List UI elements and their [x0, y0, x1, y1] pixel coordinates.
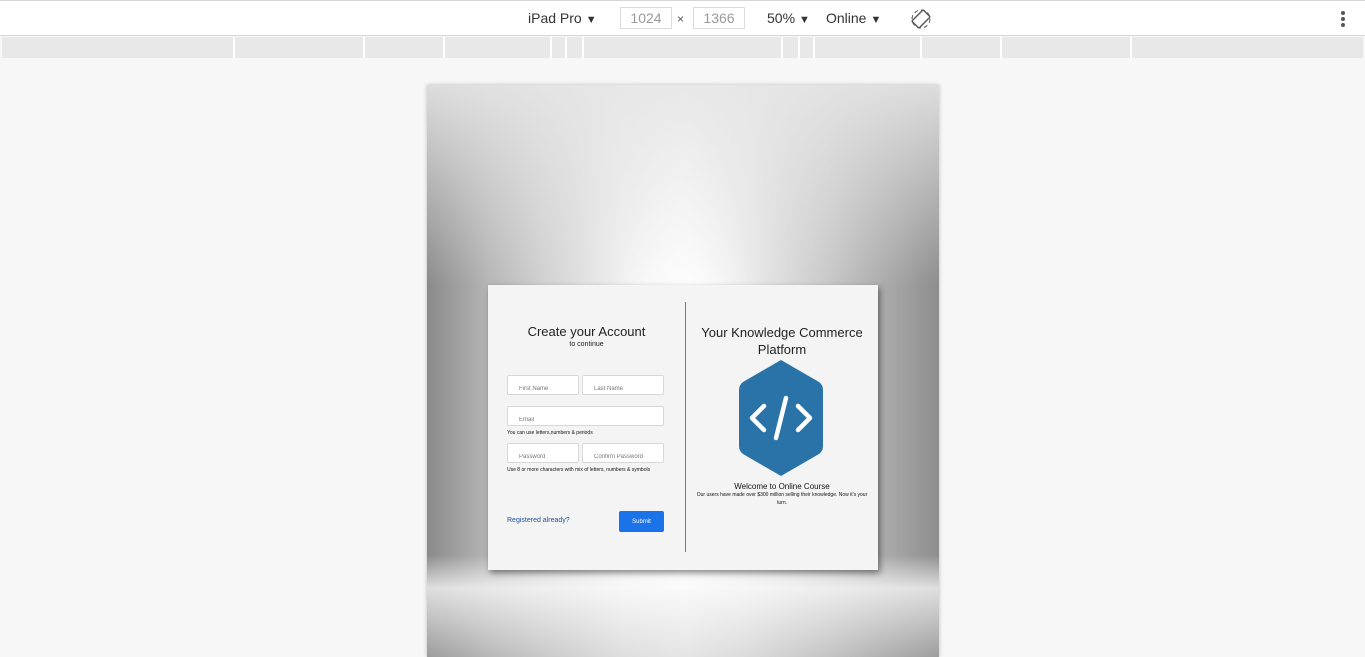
email-input[interactable] — [507, 406, 664, 426]
zoom-select[interactable]: 50% ▼ — [767, 10, 810, 26]
device-name: iPad Pro — [528, 10, 582, 26]
media-query-divider — [550, 37, 552, 58]
rotate-icon[interactable] — [911, 9, 931, 29]
last-name-input[interactable] — [582, 375, 664, 395]
device-toolbar: iPad Pro▼ × 50%▼ Online▼ — [0, 0, 1365, 36]
signup-card: Create your Account to continue You can … — [488, 285, 878, 570]
background-light-bottom — [427, 555, 939, 657]
registered-already-link[interactable]: Registered already? — [507, 517, 570, 524]
width-input[interactable] — [620, 7, 672, 29]
form-subtitle: to continue — [569, 341, 604, 348]
network-select[interactable]: Online ▼ — [826, 10, 881, 26]
media-query-divider — [565, 37, 567, 58]
media-query-divider — [1130, 37, 1132, 58]
height-input[interactable] — [693, 7, 745, 29]
media-query-divider — [233, 37, 235, 58]
form-title: Create your Account — [527, 324, 646, 339]
caret-down-icon: ▼ — [585, 14, 597, 26]
media-query-divider — [813, 37, 815, 58]
device-viewport: Create your Account to continue You can … — [427, 85, 939, 657]
caret-down-icon: ▼ — [799, 14, 810, 26]
confirm-password-input[interactable] — [582, 443, 664, 463]
zoom-value: 50% — [767, 10, 796, 26]
media-query-divider — [798, 37, 800, 58]
welcome-heading: Welcome to Online Course — [734, 482, 830, 491]
media-query-divider — [443, 37, 445, 58]
caret-down-icon: ▼ — [870, 14, 882, 26]
password-hint: Use 8 or more characters with mix of let… — [507, 467, 651, 473]
welcome-description: Our users have made over $300 million se… — [696, 492, 868, 506]
email-hint: You can use letters,numbers & periods — [507, 430, 593, 436]
code-brackets-icon — [739, 360, 823, 476]
more-options-icon[interactable] — [1336, 9, 1350, 29]
submit-button[interactable]: Submit — [619, 511, 664, 532]
device-select[interactable]: iPad Pro ▼ — [528, 10, 597, 26]
media-query-divider — [920, 37, 922, 58]
dimension-separator: × — [677, 12, 685, 26]
promo-title: Your Knowledge Commerce Platform — [701, 325, 863, 357]
background-light-top — [427, 85, 939, 285]
media-query-divider — [582, 37, 584, 58]
network-value: Online — [826, 10, 867, 26]
password-input[interactable] — [507, 443, 579, 463]
first-name-input[interactable] — [507, 375, 579, 395]
media-query-bar[interactable] — [2, 37, 1363, 58]
media-query-divider — [363, 37, 365, 58]
media-query-divider — [1000, 37, 1002, 58]
media-query-divider — [781, 37, 783, 58]
